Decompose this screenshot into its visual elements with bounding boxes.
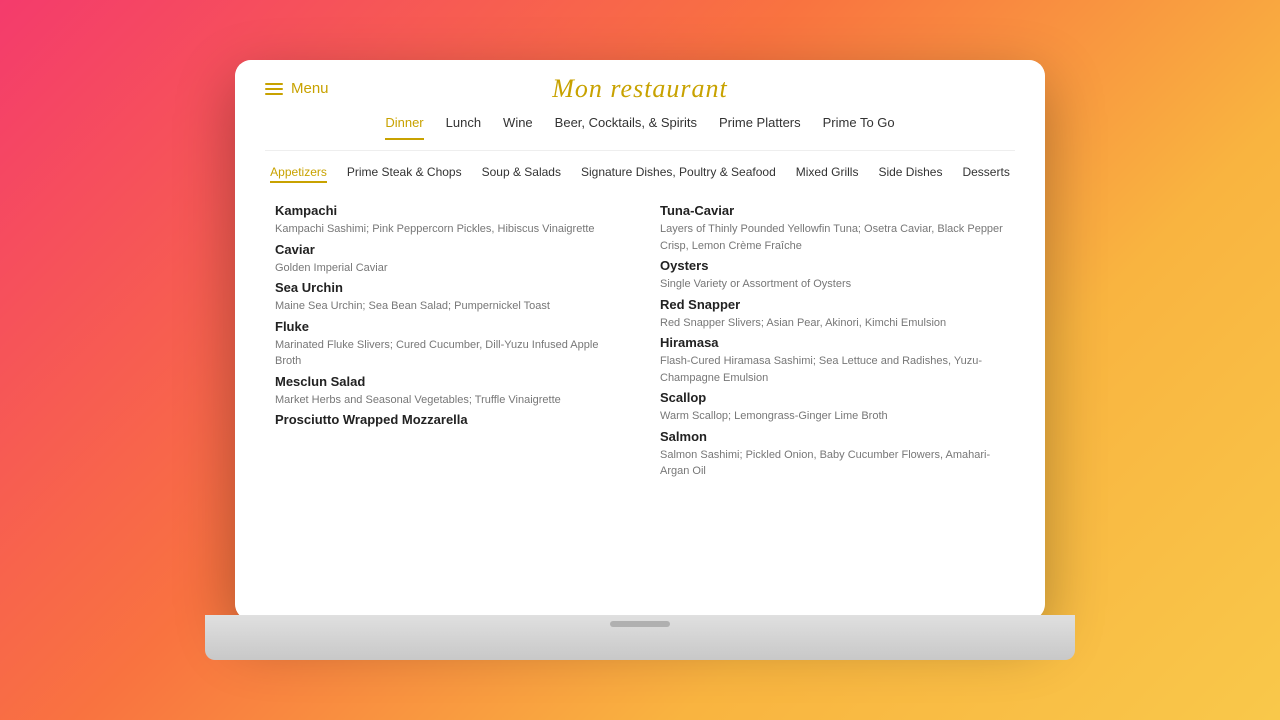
laptop-wrapper: Menu Mon restaurant Dinner Lunch Wine Be… [205, 60, 1075, 660]
nav-prime-platters[interactable]: Prime Platters [719, 115, 801, 140]
nav-prime-to-go[interactable]: Prime To Go [823, 115, 895, 140]
menu-grid: Kampachi Kampachi Sashimi; Pink Pepperco… [265, 203, 1015, 484]
item-name: Oysters [660, 258, 1005, 273]
menu-column-right: Tuna-Caviar Layers of Thinly Pounded Yel… [660, 203, 1005, 484]
item-desc: Warm Scallop; Lemongrass-Ginger Lime Bro… [660, 408, 1005, 425]
item-name: Salmon [660, 429, 1005, 444]
item-name: Scallop [660, 390, 1005, 405]
item-name: Kampachi [275, 203, 620, 218]
subnav-steak[interactable]: Prime Steak & Chops [347, 165, 462, 183]
menu-label: Menu [291, 80, 329, 97]
menu-column-left: Kampachi Kampachi Sashimi; Pink Pepperco… [275, 203, 620, 484]
subnav-mixed-grills[interactable]: Mixed Grills [796, 165, 859, 183]
item-name: Sea Urchin [275, 280, 620, 295]
item-name: Prosciutto Wrapped Mozzarella [275, 412, 620, 427]
nav-dinner[interactable]: Dinner [385, 115, 423, 140]
item-desc: Golden Imperial Caviar [275, 260, 620, 277]
laptop-base [205, 615, 1075, 660]
subnav-desserts[interactable]: Desserts [962, 165, 1009, 183]
list-item: Hiramasa Flash-Cured Hiramasa Sashimi; S… [660, 335, 1005, 386]
list-item: Red Snapper Red Snapper Slivers; Asian P… [660, 297, 1005, 332]
subnav-appetizers[interactable]: Appetizers [270, 165, 327, 183]
item-desc: Salmon Sashimi; Pickled Onion, Baby Cucu… [660, 447, 1005, 480]
screen-content: Menu Mon restaurant Dinner Lunch Wine Be… [235, 60, 1045, 620]
item-desc: Kampachi Sashimi; Pink Peppercorn Pickle… [275, 221, 620, 238]
header: Menu Mon restaurant [265, 80, 1015, 97]
subnav-side-dishes[interactable]: Side Dishes [878, 165, 942, 183]
item-name: Caviar [275, 242, 620, 257]
item-desc: Red Snapper Slivers; Asian Pear, Akinori… [660, 315, 1005, 332]
list-item: Salmon Salmon Sashimi; Pickled Onion, Ba… [660, 429, 1005, 480]
menu-icon-area[interactable]: Menu [265, 80, 329, 97]
list-item: Scallop Warm Scallop; Lemongrass-Ginger … [660, 390, 1005, 425]
nav-wine[interactable]: Wine [503, 115, 533, 140]
item-desc: Marinated Fluke Slivers; Cured Cucumber,… [275, 337, 620, 370]
list-item: Prosciutto Wrapped Mozzarella [275, 412, 620, 427]
item-desc: Market Herbs and Seasonal Vegetables; Tr… [275, 392, 620, 409]
item-name: Fluke [275, 319, 620, 334]
main-nav: Dinner Lunch Wine Beer, Cocktails, & Spi… [265, 115, 1015, 151]
restaurant-title: Mon restaurant [552, 74, 728, 104]
hamburger-icon[interactable] [265, 83, 283, 95]
list-item: Mesclun Salad Market Herbs and Seasonal … [275, 374, 620, 409]
list-item: Oysters Single Variety or Assortment of … [660, 258, 1005, 293]
item-desc: Layers of Thinly Pounded Yellowfin Tuna;… [660, 221, 1005, 254]
item-desc: Flash-Cured Hiramasa Sashimi; Sea Lettuc… [660, 353, 1005, 386]
nav-beer[interactable]: Beer, Cocktails, & Spirits [555, 115, 697, 140]
item-name: Red Snapper [660, 297, 1005, 312]
sub-nav: Appetizers Prime Steak & Chops Soup & Sa… [265, 165, 1015, 183]
subnav-soup-salads[interactable]: Soup & Salads [482, 165, 561, 183]
list-item: Tuna-Caviar Layers of Thinly Pounded Yel… [660, 203, 1005, 254]
item-desc: Single Variety or Assortment of Oysters [660, 276, 1005, 293]
item-name: Hiramasa [660, 335, 1005, 350]
item-name: Tuna-Caviar [660, 203, 1005, 218]
nav-lunch[interactable]: Lunch [446, 115, 481, 140]
laptop-screen: Menu Mon restaurant Dinner Lunch Wine Be… [235, 60, 1045, 620]
list-item: Sea Urchin Maine Sea Urchin; Sea Bean Sa… [275, 280, 620, 315]
list-item: Caviar Golden Imperial Caviar [275, 242, 620, 277]
item-desc: Maine Sea Urchin; Sea Bean Salad; Pumper… [275, 298, 620, 315]
list-item: Kampachi Kampachi Sashimi; Pink Pepperco… [275, 203, 620, 238]
item-name: Mesclun Salad [275, 374, 620, 389]
list-item: Fluke Marinated Fluke Slivers; Cured Cuc… [275, 319, 620, 370]
subnav-signature[interactable]: Signature Dishes, Poultry & Seafood [581, 165, 776, 183]
